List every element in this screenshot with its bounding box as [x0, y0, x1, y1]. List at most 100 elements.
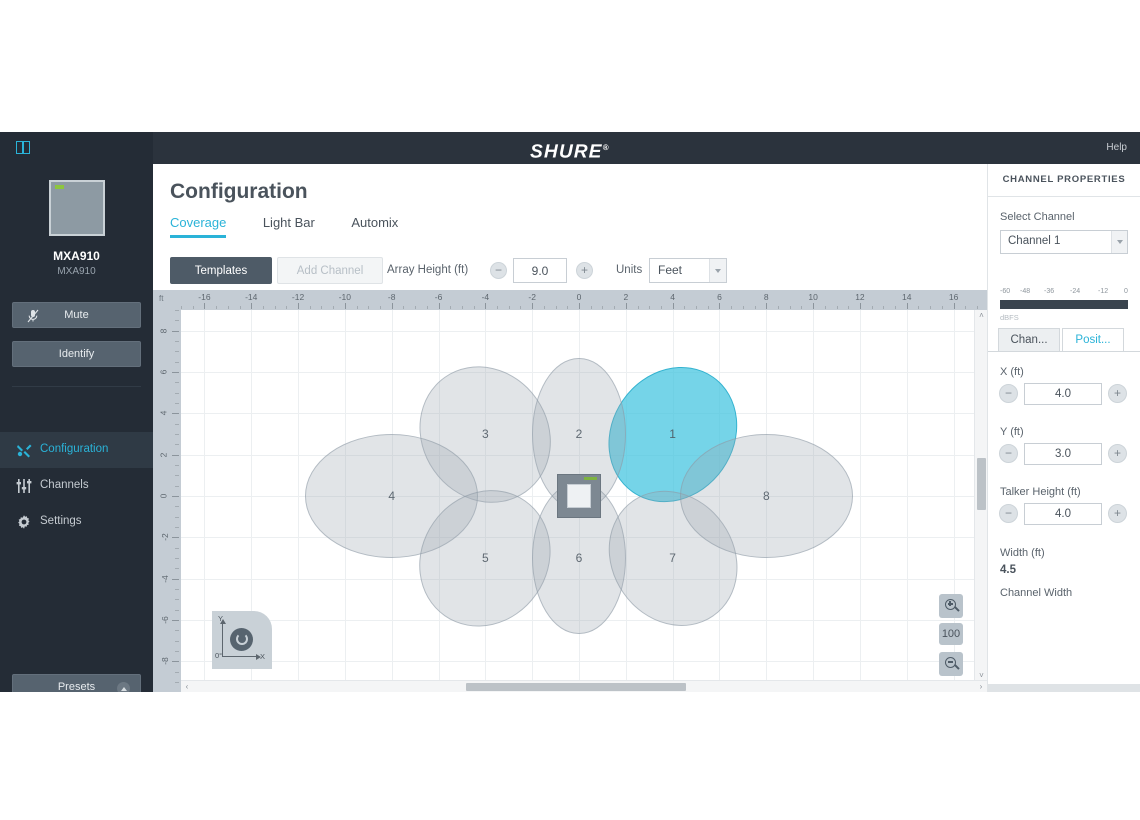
sidebar-item-channels[interactable]: Channels	[0, 468, 153, 504]
ruler-tick-y	[172, 661, 179, 663]
mxa910-array-device[interactable]	[557, 474, 601, 518]
field-talker-height-decrement-button[interactable]: −	[999, 504, 1018, 523]
tab-light-bar[interactable]: Light Bar	[263, 215, 315, 238]
ruler-tick-y	[175, 682, 179, 683]
sidebar-item-configuration[interactable]: Configuration	[0, 432, 153, 468]
ruler-label-y: -6	[159, 616, 170, 624]
ruler-tick-x	[742, 306, 744, 309]
array-height-input[interactable]: 9.0	[513, 258, 567, 283]
ruler-label-x: -14	[245, 292, 258, 302]
minus-icon: −	[494, 263, 502, 277]
level-meter-bar	[1000, 300, 1128, 309]
tab-coverage[interactable]: Coverage	[170, 215, 227, 238]
tab-automix[interactable]: Automix	[351, 215, 398, 238]
ruler-tick-y	[175, 475, 179, 477]
identify-button[interactable]: Identify	[12, 341, 141, 367]
mute-button[interactable]: Mute	[12, 302, 141, 328]
presets-button[interactable]: Presets	[12, 674, 141, 692]
field-y-label: Y (ft)	[1000, 426, 1024, 438]
ruler-tick-x	[239, 306, 241, 309]
ruler-label-y: -4	[159, 574, 170, 583]
ruler-tick-x	[660, 306, 662, 309]
ruler-label-x: 16	[948, 292, 959, 302]
field-x-decrement-button[interactable]: −	[999, 384, 1018, 403]
array-led-icon	[584, 477, 597, 480]
field-y-increment-button[interactable]: +	[1108, 444, 1127, 463]
shure-logo: SHURE®	[0, 132, 1140, 164]
canvas-vertical-scrollbar[interactable]: ˄ ˅	[974, 310, 987, 682]
grid-line-vertical	[859, 310, 861, 682]
array-height-increment-button[interactable]: +	[576, 262, 593, 279]
device-thumbnail-icon	[48, 180, 105, 236]
ruler-tick-x	[391, 303, 393, 309]
coverage-canvas[interactable]: 12345678 Y X 0° 100	[181, 310, 977, 682]
scroll-right-arrow[interactable]: ›	[975, 681, 987, 692]
grid-line-vertical	[204, 310, 206, 682]
zoom-out-button[interactable]	[939, 652, 963, 676]
ruler-label-y: -8	[159, 657, 170, 666]
ruler-tick-x	[778, 306, 779, 309]
units-select[interactable]: Feet	[649, 258, 727, 283]
grid-line-vertical	[532, 310, 534, 682]
ruler-tick-x	[637, 306, 639, 309]
field-x-increment-button[interactable]: +	[1108, 384, 1127, 403]
ruler-tick-x	[204, 303, 206, 309]
ruler-tick-x	[438, 303, 440, 309]
ruler-tick-x	[977, 306, 978, 309]
application-window: SHURE® Help MXA910 MXA910 Mute Identify	[0, 132, 1140, 692]
zoom-in-button[interactable]	[939, 594, 963, 618]
select-channel-dropdown[interactable]: Channel 1	[1000, 230, 1128, 254]
ruler-tick-y	[175, 640, 179, 642]
ruler-tick-x	[344, 303, 346, 309]
field-y-decrement-button[interactable]: −	[999, 444, 1018, 463]
meter-tick-minus12: -12	[1098, 288, 1109, 295]
field-talker-height-input[interactable]: 4.0	[1024, 503, 1102, 525]
ruler-tick-x	[543, 306, 545, 309]
ruler-tick-x	[895, 306, 897, 309]
sidebar-item-settings[interactable]: Settings	[0, 504, 153, 540]
rotate-icon[interactable]	[230, 628, 253, 651]
width-label: Width (ft)	[1000, 547, 1045, 559]
ruler-tick-y	[172, 454, 179, 456]
horizontal-scroll-thumb[interactable]	[466, 683, 686, 691]
ruler-label-x: 8	[763, 292, 769, 302]
ruler-tick-x	[286, 306, 288, 309]
zoom-level-display[interactable]: 100	[939, 623, 963, 645]
vertical-ruler: 8 6 4 2 0 -2 -4 -6 -8	[153, 310, 181, 692]
canvas-horizontal-scrollbar[interactable]: ‹ ›	[181, 680, 987, 692]
add-channel-button: Add Channel	[277, 257, 383, 284]
coverage-map-area: ft -16 -14 -12 -10 -8 -6 -4 -2 0 2 4 6 8 10 12 14 16 8 6 4…	[153, 290, 987, 692]
ruler-label-x: -8	[387, 292, 396, 302]
ruler-label-x: -6	[434, 292, 443, 302]
ruler-tick-x	[309, 306, 311, 309]
vertical-scroll-thumb[interactable]	[977, 458, 986, 510]
plus-icon: +	[580, 263, 588, 277]
orientation-compass[interactable]: Y X 0°	[212, 611, 272, 669]
help-link[interactable]: Help	[1106, 132, 1127, 164]
coverage-lobe-8[interactable]	[679, 434, 853, 558]
tools-icon	[17, 444, 32, 458]
zoom-out-icon	[945, 657, 956, 668]
ruler-label-x: 10	[808, 292, 818, 302]
ruler-tick-y	[172, 496, 179, 497]
ruler-tick-x	[731, 306, 733, 309]
array-height-decrement-button[interactable]: −	[490, 262, 507, 279]
field-talker-height-increment-button[interactable]: +	[1108, 504, 1127, 523]
ruler-tick-x	[473, 306, 475, 309]
ruler-tick-y	[175, 609, 179, 611]
presets-button-label: Presets	[57, 681, 96, 692]
field-y-input[interactable]: 3.0	[1024, 443, 1102, 465]
templates-button[interactable]: Templates	[170, 257, 272, 284]
ruler-tick-x	[368, 306, 370, 309]
subtab-position[interactable]: Posit...	[1062, 328, 1124, 352]
subtab-channel[interactable]: Chan...	[998, 328, 1060, 352]
ruler-label-y: 4	[158, 410, 169, 416]
minus-icon: −	[1004, 446, 1012, 460]
ruler-tick-x	[941, 306, 943, 309]
scroll-left-arrow[interactable]: ‹	[181, 681, 193, 692]
field-x-input[interactable]: 4.0	[1024, 383, 1102, 405]
device-model: MXA910	[57, 266, 96, 277]
top-bar: SHURE® Help	[0, 132, 1140, 165]
ruler-tick-x	[918, 306, 920, 309]
meter-tick-minus36: -36	[1044, 288, 1055, 295]
